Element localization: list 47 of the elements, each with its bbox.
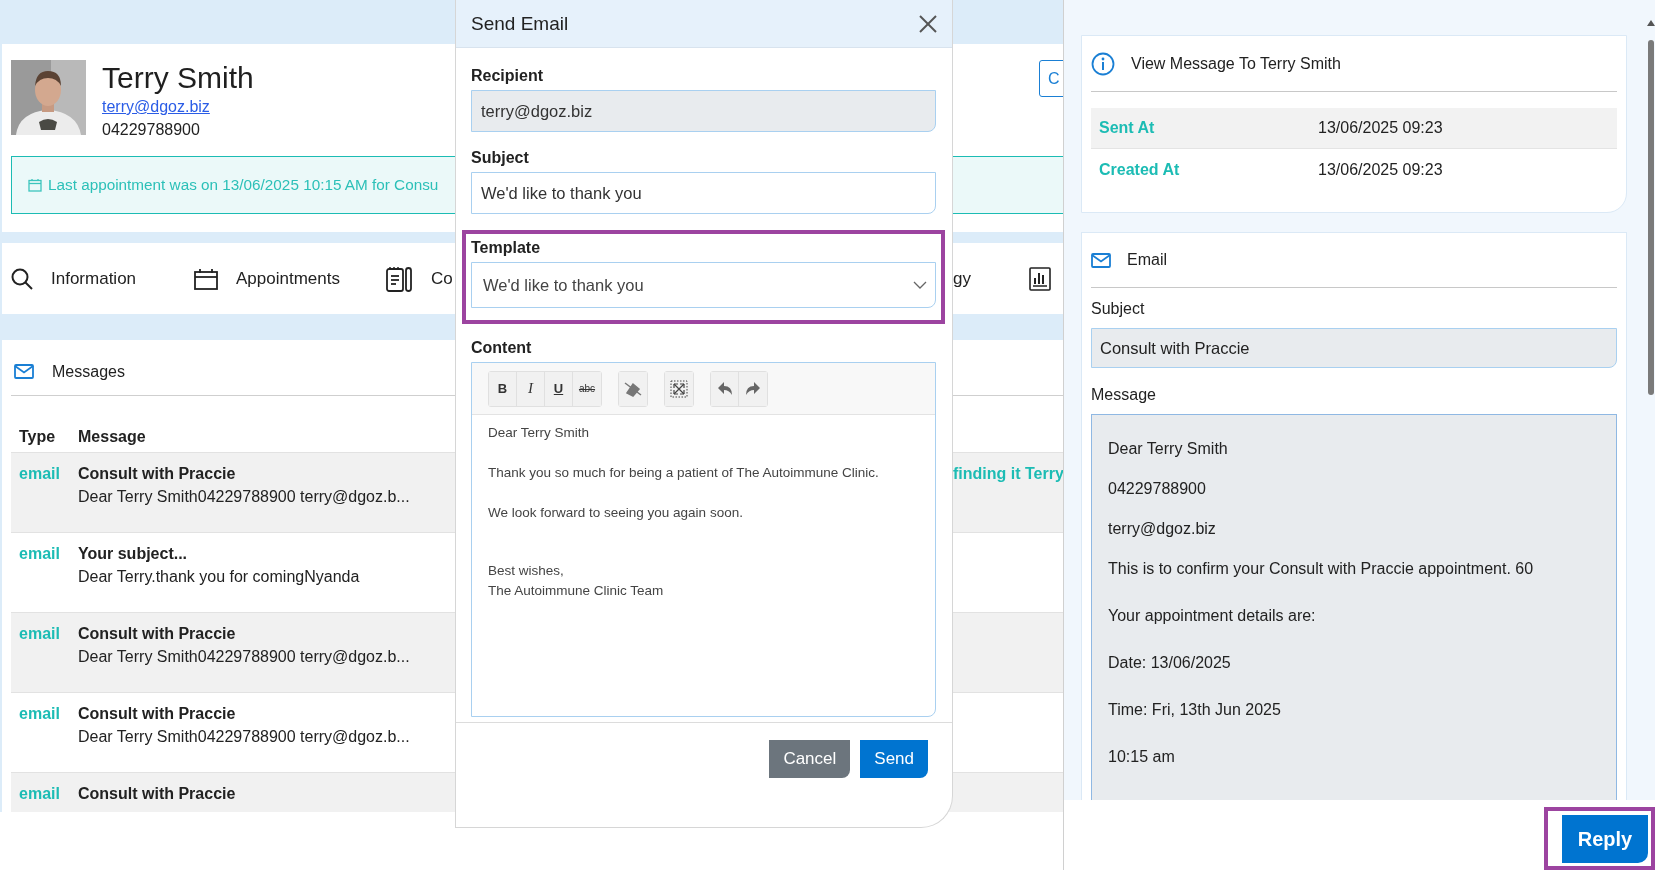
field-label: Subject — [471, 148, 530, 168]
message-text: 04229788900 — [1108, 479, 1207, 499]
message-text: Your appointment details are: — [1108, 606, 1317, 626]
editor-text: We look forward to seeing you again soon. — [488, 504, 744, 522]
field-label: Content — [471, 338, 533, 358]
card-title: Email — [1127, 251, 1167, 269]
column-header: Type — [19, 428, 57, 446]
message-preview: Dear Terry Smith04229788900 terry@dgoz.b... — [78, 727, 410, 747]
field-value: 13/06/2025 09:23 — [1318, 119, 1443, 137]
message-subject: Your subject... — [78, 544, 189, 564]
message-subject: Consult with Praccie — [78, 704, 237, 724]
message-text: Date: 13/06/2025 — [1108, 653, 1232, 673]
dialog-title: Send Email — [471, 12, 569, 35]
column-header: Message — [78, 428, 146, 446]
editor-text: The Autoimmune Clinic Team — [488, 582, 665, 600]
field-label: Sent At — [1099, 119, 1156, 137]
field-value: 13/06/2025 09:23 — [1318, 160, 1443, 179]
editor-text: Best wishes, — [488, 562, 565, 580]
editor-text: Dear Terry Smith — [488, 424, 591, 442]
field-label: Template — [471, 238, 542, 258]
phone-number: 04229788900 — [102, 120, 201, 140]
field-label: Created At — [1099, 160, 1181, 179]
message-preview: Dear Terry Smith04229788900 terry@dgoz.b... — [78, 487, 410, 507]
message-text: 10:15 am — [1108, 747, 1176, 767]
alert-text: Last appointment was on 13/06/2025 10:15 AM for Consu — [48, 176, 439, 194]
field-label: Recipient — [471, 66, 544, 86]
card-title: Messages — [52, 362, 125, 381]
card-title: View Message To Terry Smith — [1131, 54, 1341, 73]
editor-text: Thank you so much for being a patient of The Autoimmune Clinic. — [488, 464, 880, 482]
message-text: Dear Terry Smith — [1108, 439, 1229, 459]
message-preview: Dear Terry.thank you for comingNyanda — [78, 567, 360, 587]
message-text: Time: Fri, 13th Jun 2025 — [1108, 700, 1282, 720]
message-type: email — [19, 784, 61, 804]
field-label: Subject — [1091, 299, 1146, 319]
message-type: email — [19, 624, 61, 644]
field-label: Message — [1091, 385, 1157, 405]
patient-name: Terry Smith — [102, 60, 254, 96]
message-text: terry@dgoz.biz — [1108, 519, 1217, 539]
message-type: email — [19, 464, 61, 484]
table-cell-text: finding it Terry — [953, 464, 1063, 484]
message-type: email — [19, 704, 61, 724]
message-type: email — [19, 544, 61, 564]
message-subject: Consult with Praccie — [78, 464, 237, 484]
message-subject: Consult with Praccie — [78, 624, 237, 644]
message-preview: Dear Terry Smith04229788900 terry@dgoz.b... — [78, 647, 410, 667]
message-text: This is to confirm your Consult with Praccie appointment. 60 — [1108, 559, 1535, 579]
message-subject: Consult with Praccie — [78, 784, 236, 804]
